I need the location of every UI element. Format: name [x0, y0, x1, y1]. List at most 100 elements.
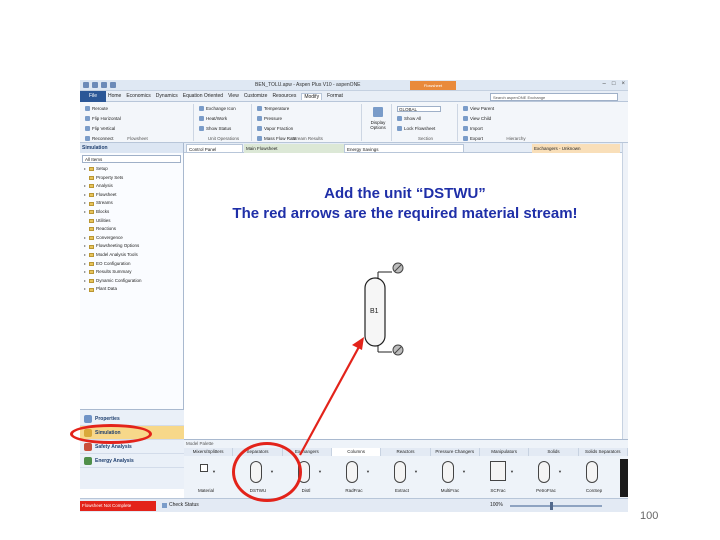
close-icon[interactable]: ×: [621, 81, 625, 87]
view-child-button[interactable]: View Child: [463, 115, 501, 122]
exchange-search-input[interactable]: Search aspenONE Exchange: [490, 93, 618, 101]
tab-home[interactable]: Home: [108, 93, 121, 100]
save-icon[interactable]: [83, 82, 89, 88]
document-tabs: Control Panel Main Flowsheet Energy Savi…: [184, 143, 622, 153]
tree-item-blocks[interactable]: ▸ Blocks: [84, 208, 183, 217]
palette-tab-pressure-changers[interactable]: Pressure Changers: [430, 448, 480, 456]
annotation-line-1: Add the unit “DSTWU”: [324, 185, 486, 202]
zoom-slider[interactable]: [510, 505, 602, 507]
column-icon: [538, 461, 550, 483]
ribbon-tabs: File Home Economics Dynamics Equation Or…: [80, 91, 628, 102]
tab-customize[interactable]: Customize: [244, 93, 268, 100]
tree-item-analysis[interactable]: ▸ Analysis: [84, 182, 183, 191]
title-bar: BEN_TOLU.apw - Aspen Plus V10 - aspenONE…: [80, 80, 628, 91]
palette-block-extract[interactable]: ▼ Extract: [380, 459, 424, 497]
palette-tab-solids[interactable]: Solids: [529, 448, 579, 456]
flip-horizontal-button[interactable]: Flip Horizontal: [85, 115, 124, 122]
palette-tab-solids-separators[interactable]: Solids Separators: [578, 448, 628, 456]
tree-item-dynamic-configuration[interactable]: ▸ Dynamic Configuration: [84, 277, 183, 286]
tree-item-streams[interactable]: ▸ Streams: [84, 199, 183, 208]
view-parent-button[interactable]: View Parent: [463, 105, 501, 112]
tree-item-eo-configuration[interactable]: ▸ EO Configuration: [84, 260, 183, 269]
tree-item-reactions[interactable]: Reactions: [84, 225, 183, 234]
navigation-filter-select[interactable]: All Items: [82, 155, 181, 163]
status-flowsheet-not-complete: Flowsheet Not Complete: [80, 501, 156, 511]
tab-equation-oriented[interactable]: Equation Oriented: [183, 93, 223, 100]
zoom-level: 100%: [490, 502, 503, 508]
tree-item-flowsheet[interactable]: ▸ Flowsheet: [84, 191, 183, 200]
tab-modify[interactable]: Modify: [301, 93, 323, 100]
palette-tab-manipulators[interactable]: Manipulators: [479, 448, 530, 456]
tab-format[interactable]: Format: [327, 93, 343, 100]
simulation-highlight-ring: [70, 424, 152, 444]
heat-work-button[interactable]: Heat/Work: [199, 115, 236, 122]
tab-main-flowsheet[interactable]: Main Flowsheet: [244, 144, 344, 153]
chevron-down-icon[interactable]: ▼: [212, 469, 216, 474]
dstwu-highlight-ring: [232, 442, 302, 502]
minimize-icon[interactable]: –: [603, 81, 606, 87]
zoom-slider-handle[interactable]: [550, 502, 553, 510]
tab-control-panel[interactable]: Control Panel: [186, 144, 243, 153]
flip-vertical-button[interactable]: Flip Vertical: [85, 125, 124, 132]
import-button[interactable]: Import: [463, 125, 501, 132]
tree-item-property-sets[interactable]: Property Sets: [84, 174, 183, 183]
ribbon-body: Reroute Flip Horizontal Flip Vertical Re…: [80, 102, 628, 191]
tree-item-model-analysis-tools[interactable]: ▸ Model Analysis Tools: [84, 251, 183, 260]
tree-item-plant-data[interactable]: ▸ Plant Data: [84, 285, 183, 294]
section-select[interactable]: GLOBAL: [397, 105, 441, 112]
redo-icon[interactable]: [101, 82, 107, 88]
palette-block-scfrac[interactable]: ▼ SCFrac: [476, 459, 520, 497]
ribbon-group-flowsheet: Reroute Flip Horizontal Flip Vertical Re…: [82, 104, 194, 191]
palette-block-material[interactable]: ▼ Material: [184, 459, 228, 497]
quick-access-toolbar: [83, 82, 116, 88]
tree-item-flowsheeting-options[interactable]: ▸ Flowsheeting Options: [84, 242, 183, 251]
palette-tab-mixers-splitters[interactable]: Mixers/Splitters: [184, 448, 234, 456]
temperature-toggle[interactable]: Temperature: [257, 105, 301, 112]
ribbon-group-display-options[interactable]: Display Options: [364, 104, 392, 141]
chevron-down-icon[interactable]: ▼: [366, 469, 370, 474]
navigation-tree: ▸ Setup Property Sets ▸ Analysis ▸ Flowshee…: [80, 165, 183, 294]
check-status-button[interactable]: Check Status: [162, 502, 199, 508]
palette-tab-columns[interactable]: Columns: [331, 448, 382, 456]
tree-item-convergence[interactable]: ▸ Convergence: [84, 234, 183, 243]
undo-icon[interactable]: [92, 82, 98, 88]
tab-exchangers-unknown[interactable]: Exchangers - Unknown: [532, 144, 620, 153]
chevron-down-icon[interactable]: ▼: [318, 469, 322, 474]
palette-block-petrofrac[interactable]: ▼ PetroFrac: [524, 459, 568, 497]
aspen-plus-window: BEN_TOLU.apw - Aspen Plus V10 - aspenONE…: [80, 80, 628, 512]
tab-view[interactable]: View: [228, 93, 239, 100]
reroute-button[interactable]: Reroute: [85, 105, 124, 112]
properties-icon: [84, 414, 92, 423]
palette-block-radfrac[interactable]: ▼ RadFrac: [332, 459, 376, 497]
navigation-pane-title: Simulation: [80, 143, 183, 153]
maximize-icon[interactable]: □: [612, 81, 616, 87]
check-status-icon: [162, 502, 167, 508]
show-all-checkbox[interactable]: Show All: [397, 115, 441, 122]
nav-energy-analysis[interactable]: Energy Analysis: [80, 454, 184, 468]
chevron-down-icon[interactable]: ▼: [558, 469, 562, 474]
tab-energy-savings[interactable]: Energy Savings: [344, 144, 464, 153]
chevron-down-icon[interactable]: ▼: [510, 469, 514, 474]
run-icon[interactable]: [110, 82, 116, 88]
tree-item-setup[interactable]: ▸ Setup: [84, 165, 183, 174]
context-tab-flowsheet: Flowsheet: [410, 81, 456, 90]
ribbon-group-unit-operations: Exchange Icon Heat/Work Show Status Unit…: [196, 104, 252, 141]
palette-block-multifrac[interactable]: ▼ MultiFrac: [428, 459, 472, 497]
palette-scroll-button[interactable]: [620, 459, 628, 497]
tab-economics[interactable]: Economics: [126, 93, 150, 100]
chevron-down-icon[interactable]: ▼: [414, 469, 418, 474]
pressure-toggle[interactable]: Pressure: [257, 115, 301, 122]
palette-block-consep[interactable]: ConSep: [572, 459, 616, 497]
exchange-icon-button[interactable]: Exchange Icon: [199, 105, 236, 112]
tab-resources[interactable]: Resources: [272, 93, 296, 100]
lock-flowsheet-checkbox[interactable]: Lock Flowsheet: [397, 125, 441, 132]
tree-item-results-summary[interactable]: ▸ Results Summary: [84, 268, 183, 277]
tree-item-utilities[interactable]: Utilities: [84, 217, 183, 226]
palette-tab-reactors[interactable]: Reactors: [381, 448, 431, 456]
tab-dynamics[interactable]: Dynamics: [156, 93, 178, 100]
annotation-line-2: The red arrows are the required material…: [232, 205, 578, 222]
show-status-button[interactable]: Show Status: [199, 125, 236, 132]
tab-file[interactable]: File: [80, 91, 106, 102]
chevron-down-icon[interactable]: ▼: [462, 469, 466, 474]
vapor-fraction-toggle[interactable]: Vapor Fraction: [257, 125, 301, 132]
